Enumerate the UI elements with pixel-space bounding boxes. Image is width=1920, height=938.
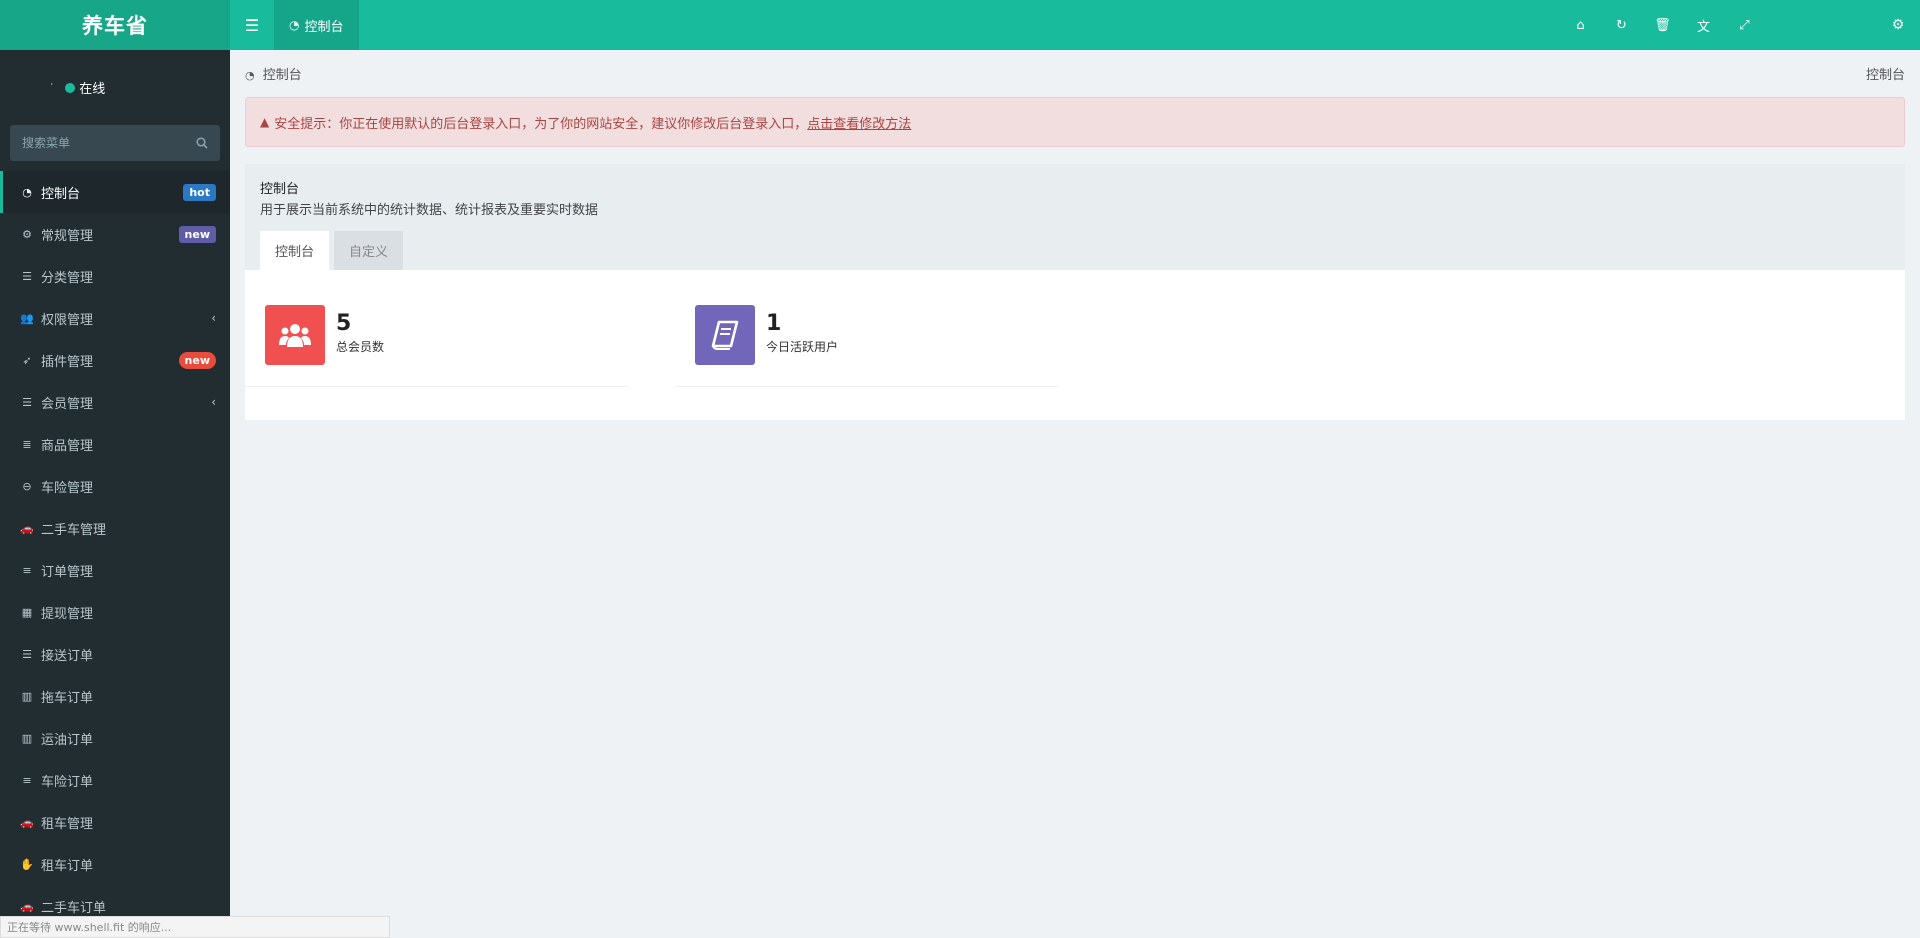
dashboard-icon: ◔ bbox=[289, 18, 300, 32]
calculator-icon: ▦ bbox=[21, 605, 33, 619]
sidebar-item-usedcar[interactable]: 🚗 二手车管理 bbox=[0, 507, 230, 549]
dashboard-panel: 控制台 用于展示当前系统中的统计数据、统计报表及重要实时数据 控制台 自定义 5… bbox=[245, 164, 1905, 420]
users-icon bbox=[265, 305, 325, 365]
panel-tabs: 控制台 自定义 bbox=[260, 231, 408, 270]
sidebar-item-goods[interactable]: ≣ 商品管理 bbox=[0, 423, 230, 465]
sidebar-item-addon[interactable]: ➶ 插件管理 new bbox=[0, 339, 230, 381]
stat-active-users: 1 今日活跃用户 bbox=[675, 305, 1058, 387]
online-status-icon bbox=[65, 82, 76, 93]
user-status: 在线 bbox=[79, 82, 106, 97]
cogs-icon: ⚙ bbox=[22, 227, 32, 241]
bar-chart-icon: ▥ bbox=[21, 689, 33, 703]
sidebar-item-withdraw[interactable]: ▦ 提现管理 bbox=[0, 591, 230, 633]
sidebar-item-auth[interactable]: 👥 权限管理 ‹ bbox=[0, 297, 230, 339]
sidebar-item-insurance[interactable]: ⊖ 车险管理 bbox=[0, 465, 230, 507]
sidebar-item-dashboard[interactable]: ◔ 控制台 hot bbox=[0, 171, 230, 213]
settings-button[interactable]: ⚙ bbox=[1876, 0, 1920, 50]
users-icon: 👥 bbox=[20, 311, 34, 325]
sidebar-item-insurance-order[interactable]: ≡ 车险订单 bbox=[0, 759, 230, 801]
car-icon: 🚗 bbox=[20, 521, 34, 535]
list-icon: ☰ bbox=[22, 647, 32, 661]
header-actions: ⌂ ↻ 🗑 文 ⤢ bbox=[1560, 0, 1765, 50]
list-icon: ☰ bbox=[22, 395, 32, 409]
panel-title: 控制台 bbox=[260, 182, 300, 197]
sidebar: 养车省 ’ 在线 ◔ 控制台 hot ⚙ 常规管理 new ☰ 分类管理 👥 权… bbox=[0, 0, 230, 938]
new-badge: new bbox=[178, 225, 216, 243]
new-badge: new bbox=[178, 351, 216, 369]
cogs-icon: ⚙ bbox=[1891, 17, 1905, 33]
language-icon: 文 bbox=[1696, 19, 1710, 35]
sidebar-item-order[interactable]: ≡ 订单管理 bbox=[0, 549, 230, 591]
sidebar-item-rental[interactable]: 🚗 租车管理 bbox=[0, 801, 230, 843]
home-icon: ⌂ bbox=[1576, 17, 1585, 33]
minus-circle-icon: ⊖ bbox=[22, 479, 32, 493]
top-navbar: ☰ ◔ 控制台 ⌂ ↻ 🗑 文 ⤢ ⚙ bbox=[230, 0, 1920, 50]
stat-total-members: 5 总会员数 bbox=[245, 305, 628, 387]
car-icon: 🚗 bbox=[20, 815, 34, 829]
align-left-icon: ≡ bbox=[22, 563, 32, 577]
sidebar-menu: ◔ 控制台 hot ⚙ 常规管理 new ☰ 分类管理 👥 权限管理 ‹ ➶ 插… bbox=[0, 171, 230, 927]
sidebar-item-oil-order[interactable]: ▥ 运油订单 bbox=[0, 717, 230, 759]
handshake-icon: ✋ bbox=[20, 857, 34, 871]
user-panel: ’ 在线 bbox=[0, 50, 230, 125]
fullscreen-icon: ⤢ bbox=[1739, 17, 1750, 33]
language-button[interactable]: 文 bbox=[1683, 0, 1724, 50]
car-icon: 🚗 bbox=[20, 899, 34, 913]
browser-status-bar: 正在等待 www.shell.fit 的响应... bbox=[0, 916, 390, 938]
breadcrumb-right: 控制台 bbox=[1865, 68, 1905, 83]
sidebar-toggle-button[interactable]: ☰ bbox=[230, 0, 274, 50]
tab-dashboard[interactable]: ◔ 控制台 bbox=[274, 0, 359, 50]
sidebar-item-pickup-order[interactable]: ☰ 接送订单 bbox=[0, 633, 230, 675]
chevron-left-icon: ‹ bbox=[211, 395, 216, 409]
align-left-icon: ≡ bbox=[22, 773, 32, 787]
breadcrumb: ◔ 控制台 控制台 bbox=[245, 50, 1905, 97]
refresh-icon: ↻ bbox=[1616, 17, 1627, 33]
list-icon: ☰ bbox=[22, 269, 32, 283]
sidebar-item-tow-order[interactable]: ▥ 拖车订单 bbox=[0, 675, 230, 717]
chevron-left-icon: ‹ bbox=[211, 311, 216, 325]
alert-link[interactable]: 点击查看修改方法 bbox=[807, 113, 911, 132]
dashboard-icon: ◔ bbox=[22, 185, 32, 199]
search-icon[interactable] bbox=[196, 137, 208, 149]
tab-custom[interactable]: 自定义 bbox=[334, 231, 404, 270]
clear-cache-button[interactable]: 🗑 bbox=[1642, 0, 1683, 50]
database-icon: ≣ bbox=[22, 437, 32, 451]
logo[interactable]: 养车省 bbox=[0, 0, 230, 50]
search-input[interactable] bbox=[22, 136, 172, 150]
dashboard-icon: ◔ bbox=[245, 69, 255, 82]
refresh-button[interactable]: ↻ bbox=[1601, 0, 1642, 50]
hot-badge: hot bbox=[183, 183, 216, 201]
stat-value: 1 bbox=[766, 311, 782, 336]
panel-heading: 控制台 用于展示当前系统中的统计数据、统计报表及重要实时数据 控制台 自定义 bbox=[245, 164, 1905, 270]
rocket-icon: ➶ bbox=[22, 353, 32, 367]
main-content: ◔ 控制台 控制台 ▲ 安全提示：你正在使用默认的后台登录入口，为了你的网站安全… bbox=[245, 50, 1905, 420]
alert-text: 安全提示：你正在使用默认的后台登录入口，为了你的网站安全，建议你修改后台登录入口… bbox=[274, 116, 808, 132]
panel-subtitle: 用于展示当前系统中的统计数据、统计报表及重要实时数据 bbox=[260, 203, 599, 218]
panel-body: 5 总会员数 1 今日活跃用户 bbox=[245, 270, 1905, 420]
sidebar-item-member[interactable]: ☰ 会员管理 ‹ bbox=[0, 381, 230, 423]
bar-chart-icon: ▥ bbox=[21, 731, 33, 745]
stat-label: 今日活跃用户 bbox=[766, 340, 839, 354]
stat-label: 总会员数 bbox=[336, 340, 385, 354]
home-button[interactable]: ⌂ bbox=[1560, 0, 1601, 50]
trash-icon: 🗑 bbox=[1654, 17, 1671, 33]
fullscreen-button[interactable]: ⤢ bbox=[1724, 0, 1765, 50]
breadcrumb-current: 控制台 bbox=[262, 68, 302, 83]
sidebar-item-general[interactable]: ⚙ 常规管理 new bbox=[0, 213, 230, 255]
book-icon bbox=[695, 305, 755, 365]
sidebar-item-rental-order[interactable]: ✋ 租车订单 bbox=[0, 843, 230, 885]
sidebar-item-category[interactable]: ☰ 分类管理 bbox=[0, 255, 230, 297]
menu-icon: ☰ bbox=[244, 15, 260, 35]
menu-search bbox=[10, 125, 220, 161]
warning-icon: ▲ bbox=[260, 115, 270, 129]
stat-value: 5 bbox=[336, 311, 352, 336]
tab-dashboard[interactable]: 控制台 bbox=[260, 231, 330, 270]
security-alert: ▲ 安全提示：你正在使用默认的后台登录入口，为了你的网站安全，建议你修改后台登录… bbox=[245, 97, 1905, 147]
avatar: ’ bbox=[50, 82, 54, 93]
